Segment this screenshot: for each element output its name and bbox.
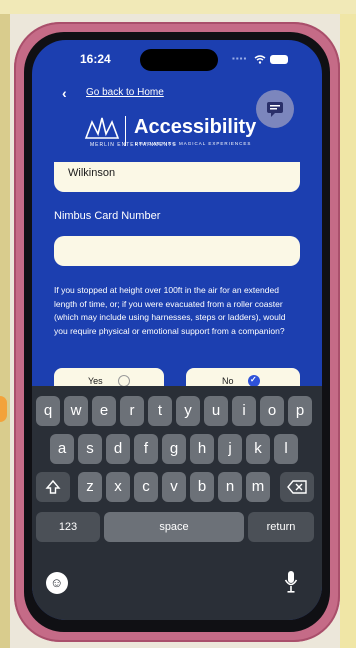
key-m[interactable]: m xyxy=(246,472,270,502)
key-u[interactable]: u xyxy=(204,396,228,426)
status-time: 16:24 xyxy=(80,52,111,66)
status-icons: ▪▪▪▪ xyxy=(232,54,312,68)
option-no-label: No xyxy=(222,376,234,386)
logo-title: Accessibility xyxy=(134,116,257,138)
key-f[interactable]: f xyxy=(134,434,158,464)
nimbus-card-label: Nimbus Card Number xyxy=(54,210,161,222)
backspace-key[interactable] xyxy=(280,472,314,502)
space-key[interactable]: space xyxy=(104,512,244,542)
key-d[interactable]: d xyxy=(106,434,130,464)
shift-key[interactable] xyxy=(36,472,70,502)
microphone-icon[interactable] xyxy=(284,570,298,594)
return-key[interactable]: return xyxy=(248,512,314,542)
emoji-icon[interactable]: ☺ xyxy=(46,572,68,594)
keyboard: q w e r t y u i o p a s d f g h j k l z … xyxy=(32,386,322,620)
phone-screen: 16:24 ▪▪▪▪ ‹ Go back to Home MERLIN ENTE… xyxy=(32,40,322,620)
numbers-key[interactable]: 123 xyxy=(36,512,100,542)
nimbus-card-input[interactable] xyxy=(54,236,300,266)
key-b[interactable]: b xyxy=(190,472,214,502)
status-bar: 16:24 ▪▪▪▪ xyxy=(32,40,322,80)
key-n[interactable]: n xyxy=(218,472,242,502)
key-g[interactable]: g xyxy=(162,434,186,464)
check-icon: ✓ xyxy=(250,375,257,384)
key-j[interactable]: j xyxy=(218,434,242,464)
key-t[interactable]: t xyxy=(148,396,172,426)
key-q[interactable]: q xyxy=(36,396,60,426)
key-k[interactable]: k xyxy=(246,434,270,464)
key-c[interactable]: c xyxy=(134,472,158,502)
signal-icon: ▪▪▪▪ xyxy=(232,54,248,63)
finger xyxy=(0,396,7,422)
key-w[interactable]: w xyxy=(64,396,88,426)
background-right xyxy=(340,14,356,648)
background-top xyxy=(0,0,356,14)
key-z[interactable]: z xyxy=(78,472,102,502)
key-v[interactable]: v xyxy=(162,472,186,502)
logo-subtitle: EMPOWERING MAGICAL EXPERIENCES xyxy=(135,141,252,146)
accessibility-logo: MERLIN ENTERTAINMENTS Accessibility EMPO… xyxy=(84,112,284,152)
shift-icon xyxy=(45,479,61,494)
companion-question: If you stopped at height over 100ft in t… xyxy=(54,285,286,336)
key-l[interactable]: l xyxy=(274,434,298,464)
key-h[interactable]: h xyxy=(190,434,214,464)
key-p[interactable]: p xyxy=(288,396,312,426)
key-o[interactable]: o xyxy=(260,396,284,426)
background-left xyxy=(0,14,10,648)
key-y[interactable]: y xyxy=(176,396,200,426)
backspace-icon xyxy=(287,480,307,494)
key-a[interactable]: a xyxy=(50,434,74,464)
key-i[interactable]: i xyxy=(232,396,256,426)
back-chevron-icon[interactable]: ‹ xyxy=(62,85,67,101)
surname-field[interactable]: Wilkinson xyxy=(54,162,300,192)
logo-divider xyxy=(125,116,126,146)
dynamic-island xyxy=(140,49,218,71)
back-to-home-link[interactable]: Go back to Home xyxy=(86,87,164,98)
wifi-icon xyxy=(254,55,266,64)
key-e[interactable]: e xyxy=(92,396,116,426)
option-yes-label: Yes xyxy=(88,376,103,386)
battery-icon xyxy=(270,55,288,64)
key-s[interactable]: s xyxy=(78,434,102,464)
merlin-logo-icon xyxy=(84,117,120,139)
key-x[interactable]: x xyxy=(106,472,130,502)
key-r[interactable]: r xyxy=(120,396,144,426)
